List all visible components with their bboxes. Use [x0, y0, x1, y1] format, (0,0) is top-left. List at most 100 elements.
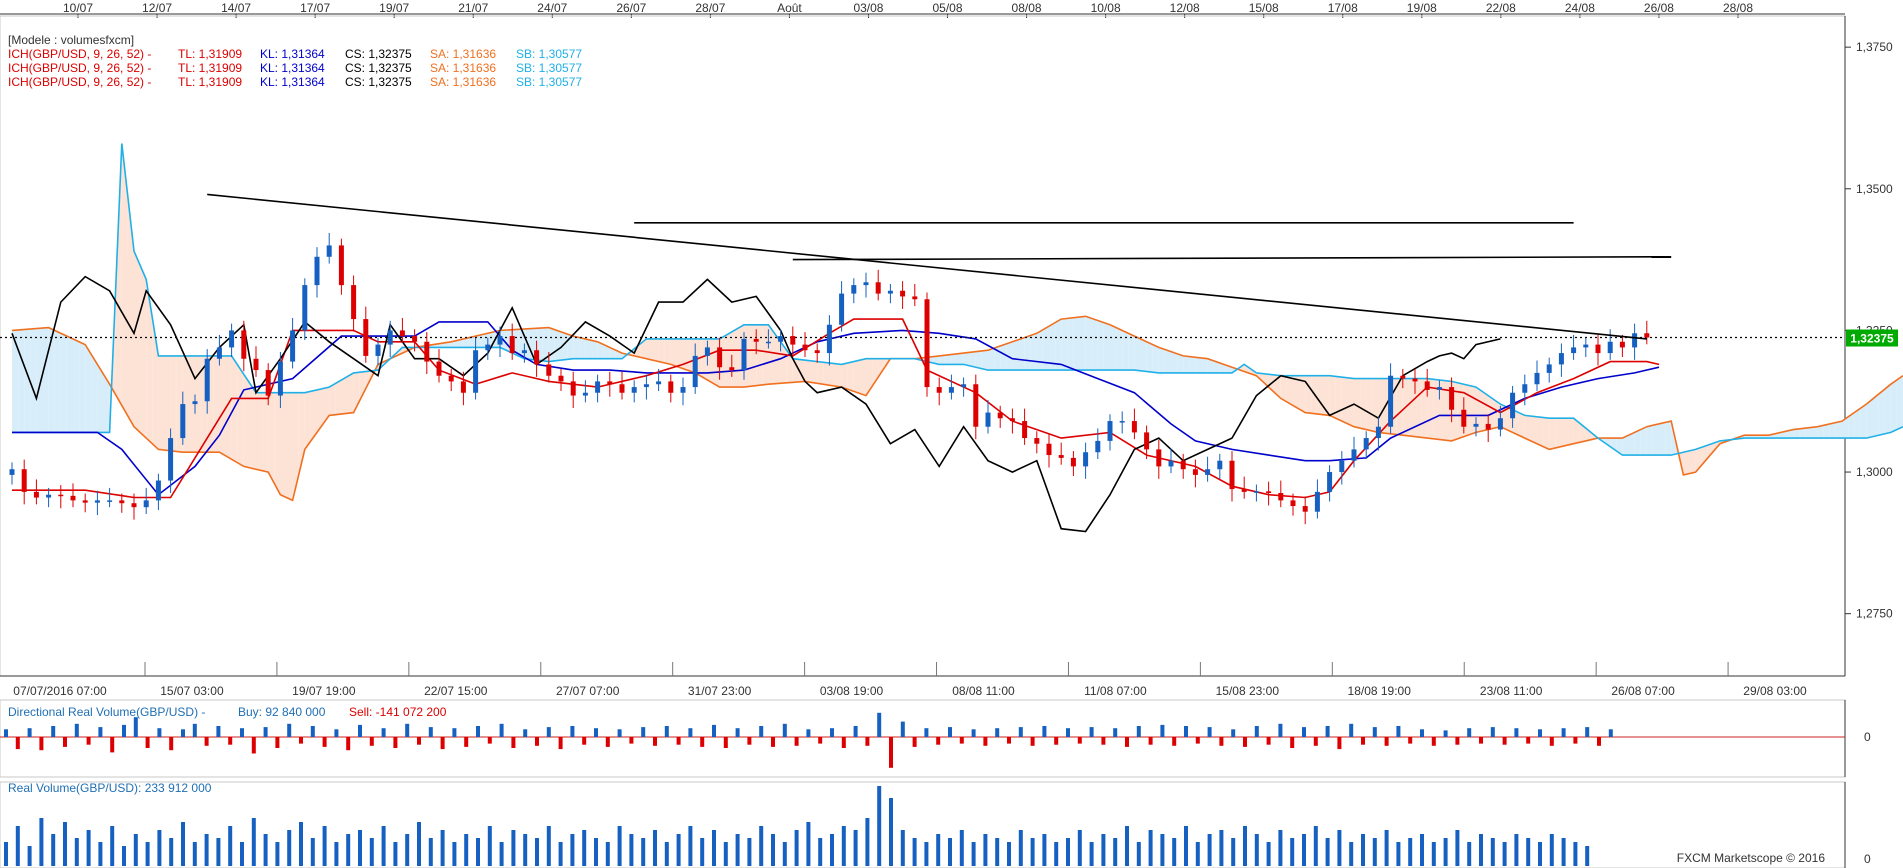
cloud-segment [658, 338, 665, 363]
top-axis-label: 08/08 [1012, 1, 1042, 15]
drv-bar [1561, 728, 1566, 737]
candle-body [387, 330, 393, 345]
rv-bar [428, 838, 433, 866]
cloud-segment [591, 340, 598, 359]
candle-body [107, 500, 113, 502]
cloud-segment [768, 324, 775, 385]
drv-bar [1361, 737, 1365, 745]
legend-prefix: ICH(GBP/USD, 9, 26, 52) - [8, 47, 151, 61]
candle-body [9, 469, 15, 475]
rv-bar [275, 842, 280, 866]
cloud-segment [579, 337, 586, 359]
drv-bar [794, 737, 799, 746]
cloud-segment [585, 338, 592, 359]
rv-bar [1431, 842, 1436, 866]
candle-body [1522, 384, 1528, 393]
rv-bar [1455, 830, 1460, 866]
rv-bar [877, 786, 882, 866]
cloud-segment [1097, 320, 1104, 371]
cloud-segment [707, 338, 714, 384]
candle-body [851, 285, 857, 294]
directional-volume-pane[interactable]: Directional Real Volume(GBP/USD) - Buy: … [0, 699, 1871, 778]
rv-bar [959, 830, 964, 866]
cloud-segment [1811, 426, 1818, 439]
candle-body [924, 299, 930, 388]
drv-bar [322, 737, 327, 747]
rv-bar [1113, 838, 1118, 866]
rv-bar [263, 834, 268, 866]
rv-bar [169, 838, 174, 866]
drv-bar [1479, 737, 1483, 744]
drv-bar [818, 737, 823, 744]
rv-bar [936, 834, 941, 866]
cloud-segment [164, 355, 171, 451]
legend-prefix: ICH(GBP/USD, 9, 26, 52) - [8, 75, 151, 89]
current-price-tag: 1,32375 [1846, 329, 1898, 347]
drv-bar [1372, 727, 1377, 737]
rv-bar [287, 830, 292, 866]
rv-bar [1077, 830, 1082, 866]
rv-bar [759, 826, 764, 866]
rv-bar [1490, 838, 1495, 866]
cloud-segment [975, 350, 982, 369]
rv-bar [1231, 838, 1236, 866]
rv-bar [818, 838, 823, 866]
drv-bar [452, 728, 457, 737]
candle-body [1619, 341, 1625, 348]
trading-chart[interactable]: 10/07 12/07 14/07 17/07 19/07 21/07 24/07 26/07… [0, 0, 1903, 868]
cloud-segment [1469, 385, 1476, 435]
candle-body [778, 336, 784, 342]
cloud-segment [1823, 423, 1830, 439]
cloud-segment [213, 355, 220, 453]
drv-bar [157, 728, 162, 737]
rv-bar [1207, 834, 1212, 866]
rv-bar [546, 826, 551, 866]
drv-bar [39, 737, 44, 751]
rv-bar [346, 834, 351, 866]
rv-bar [853, 830, 858, 866]
drv-bar [629, 737, 634, 744]
drv-bar [594, 728, 598, 737]
candle-body [961, 384, 967, 388]
candle-body [33, 491, 39, 498]
cloud-segment [1646, 425, 1653, 456]
real-volume-pane[interactable]: Real Volume(GBP/USD): 233 912 000 0 FXCM… [0, 781, 1871, 868]
cloud-segment [1659, 422, 1666, 456]
cloud-segment [1183, 355, 1190, 373]
candle-body [168, 438, 174, 481]
drv-bar [1585, 727, 1590, 737]
cloud-segment [1018, 337, 1025, 371]
candle-body [216, 347, 222, 359]
candle-body [192, 401, 198, 405]
top-axis-label: 12/08 [1170, 1, 1200, 15]
drv-bar [1254, 726, 1259, 737]
candle-body [1473, 423, 1479, 427]
drv-bar [1443, 730, 1448, 737]
rv-bar [1479, 834, 1483, 866]
cloud-segment [1860, 404, 1867, 439]
cloud-segment [1024, 335, 1031, 371]
candle-body [595, 381, 601, 393]
candle-body [1644, 333, 1650, 338]
drv-bar [700, 737, 705, 747]
rv-bar [523, 834, 528, 866]
candle-body [58, 494, 64, 497]
bottom-axis-label: 07/07/2016 07:00 [13, 684, 107, 698]
cloud-segment [725, 331, 732, 388]
candle-body [497, 336, 503, 345]
rv-bar [440, 830, 445, 866]
drv-bar [1089, 727, 1094, 737]
candle-body [521, 350, 527, 354]
drv-bar [192, 723, 197, 737]
cloud-segment [249, 383, 256, 470]
rv-bar [1054, 842, 1059, 866]
cloud-segment [1293, 375, 1300, 410]
legend-sa: SA: 1,31636 [430, 75, 496, 89]
candle-body [363, 319, 369, 356]
candle-body [1583, 344, 1589, 348]
rv-bar [4, 842, 8, 866]
cloud-segment [1415, 378, 1422, 438]
rv-bar [806, 822, 811, 866]
rv-bar [629, 834, 634, 866]
drv-bar [1302, 727, 1306, 737]
